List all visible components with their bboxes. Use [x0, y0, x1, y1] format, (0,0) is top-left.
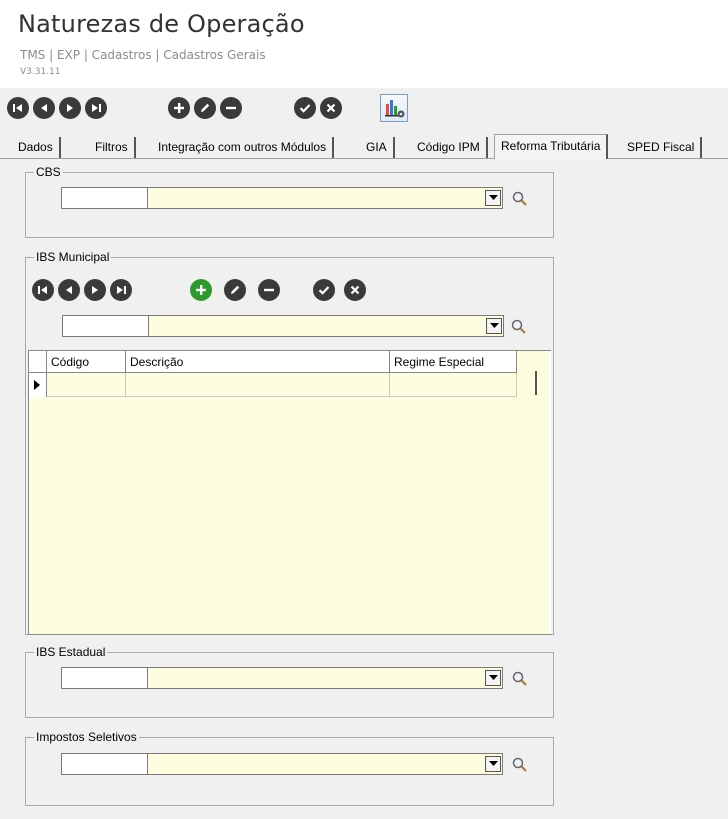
column-header-descricao[interactable]: Descrição	[126, 351, 390, 373]
ibs-first-button[interactable]	[32, 279, 54, 301]
previous-icon	[41, 104, 47, 112]
ibs-last-button[interactable]	[110, 279, 132, 301]
search-icon[interactable]	[510, 318, 528, 336]
pencil-icon	[231, 285, 240, 294]
cell-codigo[interactable]	[47, 373, 126, 397]
current-row-arrow-icon	[34, 380, 40, 390]
search-icon[interactable]	[511, 670, 529, 688]
next-record-button[interactable]	[59, 97, 81, 119]
impostos-seletivos-group: Impostos Seletivos	[25, 731, 554, 806]
impostos-seletivos-label: Impostos Seletivos	[34, 730, 139, 744]
tab-dados[interactable]: Dados	[12, 137, 61, 158]
confirm-button[interactable]	[294, 97, 316, 119]
tab-sped-fiscal[interactable]: SPED Fiscal	[621, 137, 703, 158]
edit-button[interactable]	[194, 97, 216, 119]
tab-codigo-ipm[interactable]: Código IPM	[411, 137, 488, 158]
pencil-icon	[201, 103, 210, 112]
check-icon	[318, 286, 330, 295]
close-icon	[326, 103, 336, 113]
last-record-button[interactable]	[85, 97, 107, 119]
chevron-down-icon[interactable]	[486, 318, 502, 334]
ibs-confirm-button[interactable]	[313, 279, 335, 301]
page-title: Naturezas de Operação	[18, 10, 305, 38]
ibs-estadual-description-combo[interactable]	[147, 667, 503, 689]
ibs-add-button[interactable]	[190, 279, 212, 301]
column-header-codigo[interactable]: Código	[47, 351, 126, 373]
main-toolbar	[0, 88, 728, 128]
ibs-municipal-code-input[interactable]	[62, 315, 148, 337]
tab-bar: Dados Filtros Integração com outros Módu…	[0, 134, 728, 160]
tab-gia[interactable]: GIA	[360, 137, 395, 158]
next-icon	[67, 104, 73, 112]
ibs-estadual-code-input[interactable]	[61, 667, 147, 689]
search-icon[interactable]	[511, 190, 529, 208]
remove-button[interactable]	[220, 97, 242, 119]
impostos-seletivos-description-combo[interactable]	[147, 753, 503, 775]
cbs-code-input[interactable]	[61, 187, 147, 209]
version-label: V3.31.11	[20, 67, 61, 77]
cbs-label: CBS	[34, 165, 63, 179]
ibs-municipal-grid: Código Descrição Regime Especial	[28, 350, 551, 635]
ibs-estadual-label: IBS Estadual	[34, 645, 108, 659]
page-header: Naturezas de Operação TMS | EXP | Cadast…	[0, 0, 728, 88]
chart-settings-icon	[385, 100, 405, 118]
chevron-down-icon[interactable]	[485, 190, 501, 206]
chevron-down-icon[interactable]	[485, 670, 501, 686]
add-button[interactable]	[168, 97, 190, 119]
ibs-next-button[interactable]	[84, 279, 106, 301]
column-header-regime-especial[interactable]: Regime Especial	[390, 351, 517, 373]
ibs-cancel-button[interactable]	[344, 279, 366, 301]
ibs-municipal-label: IBS Municipal	[34, 250, 112, 264]
ibs-estadual-group: IBS Estadual	[25, 646, 554, 718]
grid-right-edge	[549, 351, 551, 634]
ibs-remove-button[interactable]	[258, 279, 280, 301]
next-icon	[92, 286, 98, 294]
tab-filtros[interactable]: Filtros	[89, 137, 136, 158]
cell-descricao[interactable]	[126, 373, 390, 397]
plus-icon	[174, 103, 184, 113]
first-icon	[13, 104, 22, 112]
vertical-scrollbar[interactable]	[535, 371, 537, 395]
chevron-down-icon[interactable]	[485, 756, 501, 772]
cancel-button[interactable]	[320, 97, 342, 119]
cell-regime-especial[interactable]	[390, 373, 517, 397]
cbs-description-combo[interactable]	[147, 187, 503, 209]
row-indicator	[29, 373, 47, 397]
last-icon	[92, 104, 101, 112]
previous-icon	[66, 286, 72, 294]
ibs-municipal-description-combo[interactable]	[148, 315, 504, 337]
last-icon	[117, 286, 126, 294]
impostos-seletivos-code-input[interactable]	[61, 753, 147, 775]
tab-panel: CBS IBS Municipal Código Descrição Regim…	[3, 159, 556, 814]
ibs-edit-button[interactable]	[224, 279, 246, 301]
plus-icon	[196, 285, 206, 295]
ibs-previous-button[interactable]	[58, 279, 80, 301]
tab-reforma-tributaria[interactable]: Reforma Tributária	[494, 134, 609, 159]
first-record-button[interactable]	[7, 97, 29, 119]
breadcrumb: TMS | EXP | Cadastros | Cadastros Gerais	[20, 48, 266, 62]
minus-icon	[226, 106, 236, 110]
check-icon	[299, 104, 311, 113]
minus-icon	[264, 288, 274, 292]
tab-integracao[interactable]: Integração com outros Módulos	[152, 137, 335, 158]
grid-header: Código Descrição Regime Especial	[29, 351, 517, 373]
report-button[interactable]	[380, 94, 408, 122]
table-row[interactable]	[29, 373, 517, 397]
cbs-group: CBS	[25, 166, 554, 238]
grid-header-indicator	[29, 351, 47, 373]
previous-record-button[interactable]	[33, 97, 55, 119]
close-icon	[350, 285, 360, 295]
search-icon[interactable]	[511, 756, 529, 774]
first-icon	[38, 286, 47, 294]
